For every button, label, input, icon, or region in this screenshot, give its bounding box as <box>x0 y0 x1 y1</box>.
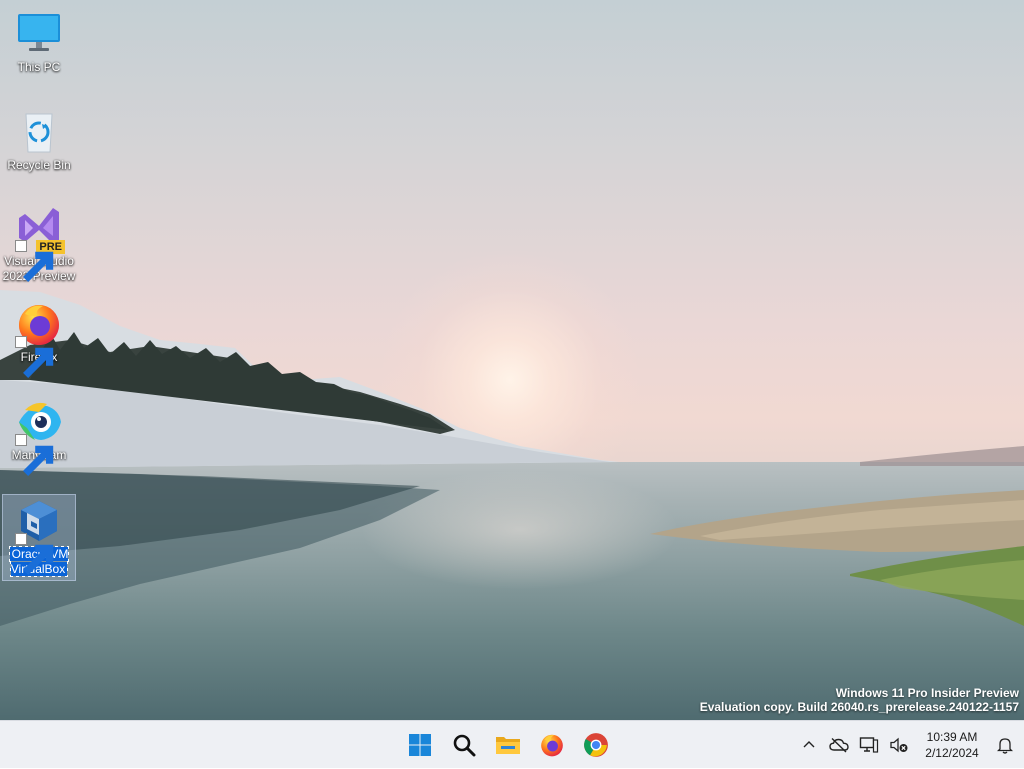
clock-date: 2/12/2024 <box>925 746 979 760</box>
clock-time: 10:39 AM <box>926 730 978 744</box>
watermark-line-build: Evaluation copy. Build 26040.rs_prerelea… <box>699 700 1019 714</box>
network-icon <box>859 737 879 753</box>
evaluation-watermark: Windows 11 Pro Insider Preview Evaluatio… <box>700 686 1019 714</box>
volume-button[interactable] <box>884 725 914 765</box>
onedrive-status-button[interactable] <box>824 725 854 765</box>
network-button[interactable] <box>854 725 884 765</box>
taskbar-clock[interactable]: 10:39 AM 2/12/2024 <box>914 729 990 761</box>
chrome-taskbar-button[interactable] <box>576 725 616 765</box>
firefox-icon <box>541 734 563 757</box>
shortcut-arrow-icon <box>15 434 54 476</box>
shortcut-arrow-icon <box>15 533 54 575</box>
start-button[interactable] <box>400 725 440 765</box>
file-explorer-button[interactable] <box>488 725 528 765</box>
desktop-icon-firefox[interactable]: Firefox <box>2 300 76 378</box>
taskbar: 10:39 AM 2/12/2024 <box>0 720 1024 768</box>
shortcut-arrow-icon <box>15 240 54 282</box>
desktop-icon-recycle-bin[interactable]: Recycle Bin <box>2 108 76 173</box>
cloud-offline-icon <box>829 737 849 753</box>
speaker-muted-icon <box>890 737 908 753</box>
recycle-bin-icon <box>25 113 53 153</box>
wallpaper-landscape <box>0 290 1024 626</box>
desktop-icon-virtualbox[interactable]: Oracle VM VirtualBox <box>2 494 76 581</box>
bell-icon <box>997 738 1013 754</box>
monitor-icon <box>18 14 60 51</box>
system-tray: 10:39 AM 2/12/2024 <box>794 721 1024 769</box>
desktop-icon-this-pc[interactable]: This PC <box>2 10 76 75</box>
windows-start-icon <box>409 734 431 756</box>
desktop-icon-label: This PC <box>17 60 61 74</box>
chevron-up-icon <box>803 741 815 748</box>
desktop-icon-manycam[interactable]: ManyCam <box>2 398 76 476</box>
show-hidden-icons-button[interactable] <box>794 725 824 765</box>
notifications-button[interactable] <box>990 725 1020 765</box>
file-explorer-icon <box>496 737 520 754</box>
firefox-taskbar-button[interactable] <box>532 725 572 765</box>
search-button[interactable] <box>444 725 484 765</box>
watermark-line-edition: Windows 11 Pro Insider Preview <box>835 686 1019 700</box>
taskbar-pinned-apps <box>400 725 616 765</box>
desktop-icon-visual-studio-preview[interactable]: PRE Visual Studio 2022 Preview <box>2 204 76 284</box>
desktop-wallpaper <box>0 0 1024 720</box>
shortcut-arrow-icon <box>15 336 54 378</box>
search-icon <box>453 734 476 757</box>
chrome-icon <box>584 733 608 757</box>
desktop-icon-label: Recycle Bin <box>7 158 71 172</box>
